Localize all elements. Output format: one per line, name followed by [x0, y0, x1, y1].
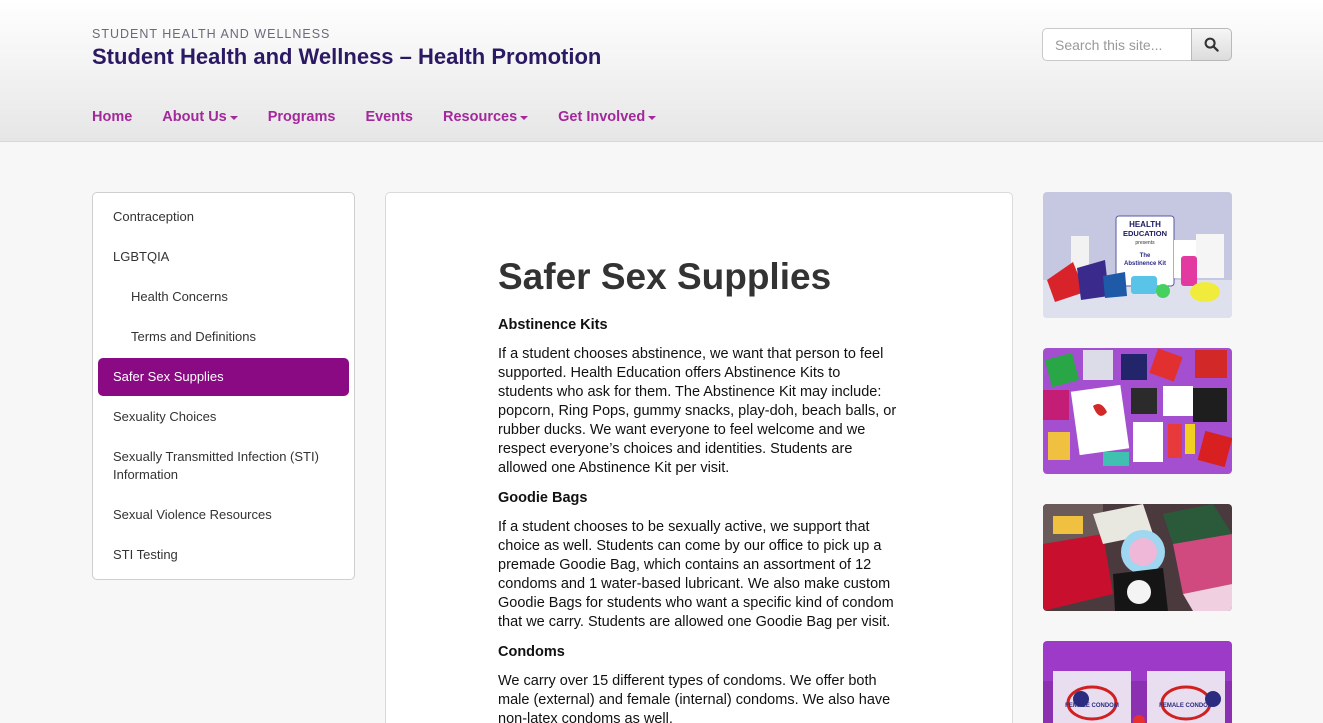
- sidebar-item-sti-testing[interactable]: STI Testing: [93, 546, 354, 564]
- condom-pile-photo[interactable]: [1043, 504, 1232, 611]
- nav-item-events[interactable]: Events: [365, 106, 413, 128]
- search-button[interactable]: [1191, 28, 1232, 61]
- sidebar-item-sexual-violence-resources[interactable]: Sexual Violence Resources: [93, 506, 354, 524]
- sidebar-item-lgbtqia[interactable]: LGBTQIA: [93, 248, 354, 266]
- section-heading-condoms: Condoms: [498, 644, 565, 660]
- kit-sign-line1: HEALTH: [1129, 220, 1161, 229]
- section-body-abstinence-kits: If a student chooses abstinence, we want…: [498, 346, 897, 476]
- kit-sign-line2: EDUCATION: [1123, 229, 1167, 238]
- nav-item-programs[interactable]: Programs: [268, 106, 336, 128]
- condom-pile-image: [1043, 504, 1232, 611]
- kit-sign-line5: Abstinence Kit: [1124, 261, 1166, 267]
- site-kicker: STUDENT HEALTH AND WELLNESS: [92, 27, 331, 41]
- sidebar-item-safer-sex-supplies[interactable]: Safer Sex Supplies: [98, 358, 349, 396]
- abstinence-kit-photo[interactable]: HEALTH EDUCATION presents The Abstinence…: [1043, 192, 1232, 318]
- caret-down-icon: [648, 115, 657, 120]
- nav-item-about-us[interactable]: About Us: [162, 106, 238, 128]
- caret-down-icon: [520, 115, 529, 120]
- caret-down-icon: [229, 115, 238, 120]
- condom-assortment-image: [1043, 348, 1232, 474]
- site-search: [1042, 28, 1232, 61]
- female-condom-photo[interactable]: FEMALE CONDOM FEMALE CONDOM: [1043, 641, 1232, 723]
- sidebar-item-sti-information[interactable]: Sexually Transmitted Infection (STI) Inf…: [93, 448, 354, 484]
- page-title: Safer Sex Supplies: [498, 256, 832, 297]
- site-title[interactable]: Student Health and Wellness – Health Pro…: [92, 44, 601, 70]
- condom-assortment-photo[interactable]: [1043, 348, 1232, 474]
- search-icon: [1204, 37, 1219, 52]
- nav-item-get-involved[interactable]: Get Involved: [558, 106, 657, 128]
- nav-item-label: Get Involved: [558, 109, 646, 125]
- section-heading-abstinence-kits: Abstinence Kits: [498, 317, 608, 333]
- section-body-condoms: We carry over 15 different types of cond…: [498, 673, 891, 723]
- female-condom-image: FEMALE CONDOM FEMALE CONDOM: [1043, 641, 1232, 723]
- condom-label-left: FEMALE CONDOM: [1065, 703, 1119, 709]
- main-nav: Home About Us Programs Events Resources …: [92, 106, 686, 128]
- nav-item-resources[interactable]: Resources: [443, 106, 529, 128]
- abstinence-kit-image: HEALTH EDUCATION presents The Abstinence…: [1043, 192, 1232, 318]
- sidebar-item-terms-and-definitions[interactable]: Terms and Definitions: [93, 328, 354, 346]
- search-input[interactable]: [1042, 28, 1192, 61]
- nav-item-label: Events: [365, 109, 413, 125]
- nav-item-home[interactable]: Home: [92, 106, 132, 128]
- sidebar-nav: Contraception LGBTQIA Health Concerns Te…: [92, 192, 355, 580]
- nav-item-label: About Us: [162, 109, 227, 125]
- section-heading-goodie-bags: Goodie Bags: [498, 490, 588, 506]
- main-content: Safer Sex Supplies Abstinence Kits If a …: [385, 192, 1013, 723]
- condom-label-right: FEMALE CONDOM: [1159, 703, 1213, 709]
- nav-item-label: Programs: [267, 109, 336, 125]
- sidebar-item-health-concerns[interactable]: Health Concerns: [93, 288, 354, 306]
- kit-sign-line4: The: [1140, 253, 1151, 259]
- nav-item-label: Resources: [443, 109, 518, 125]
- nav-item-label: Home: [92, 109, 133, 125]
- sidebar-item-contraception[interactable]: Contraception: [93, 208, 354, 226]
- section-body-goodie-bags: If a student chooses to be sexually acti…: [498, 519, 894, 630]
- site-header: STUDENT HEALTH AND WELLNESS Student Heal…: [0, 0, 1323, 142]
- sidebar-item-sexuality-choices[interactable]: Sexuality Choices: [93, 408, 354, 426]
- kit-sign-line3: presents: [1135, 240, 1155, 246]
